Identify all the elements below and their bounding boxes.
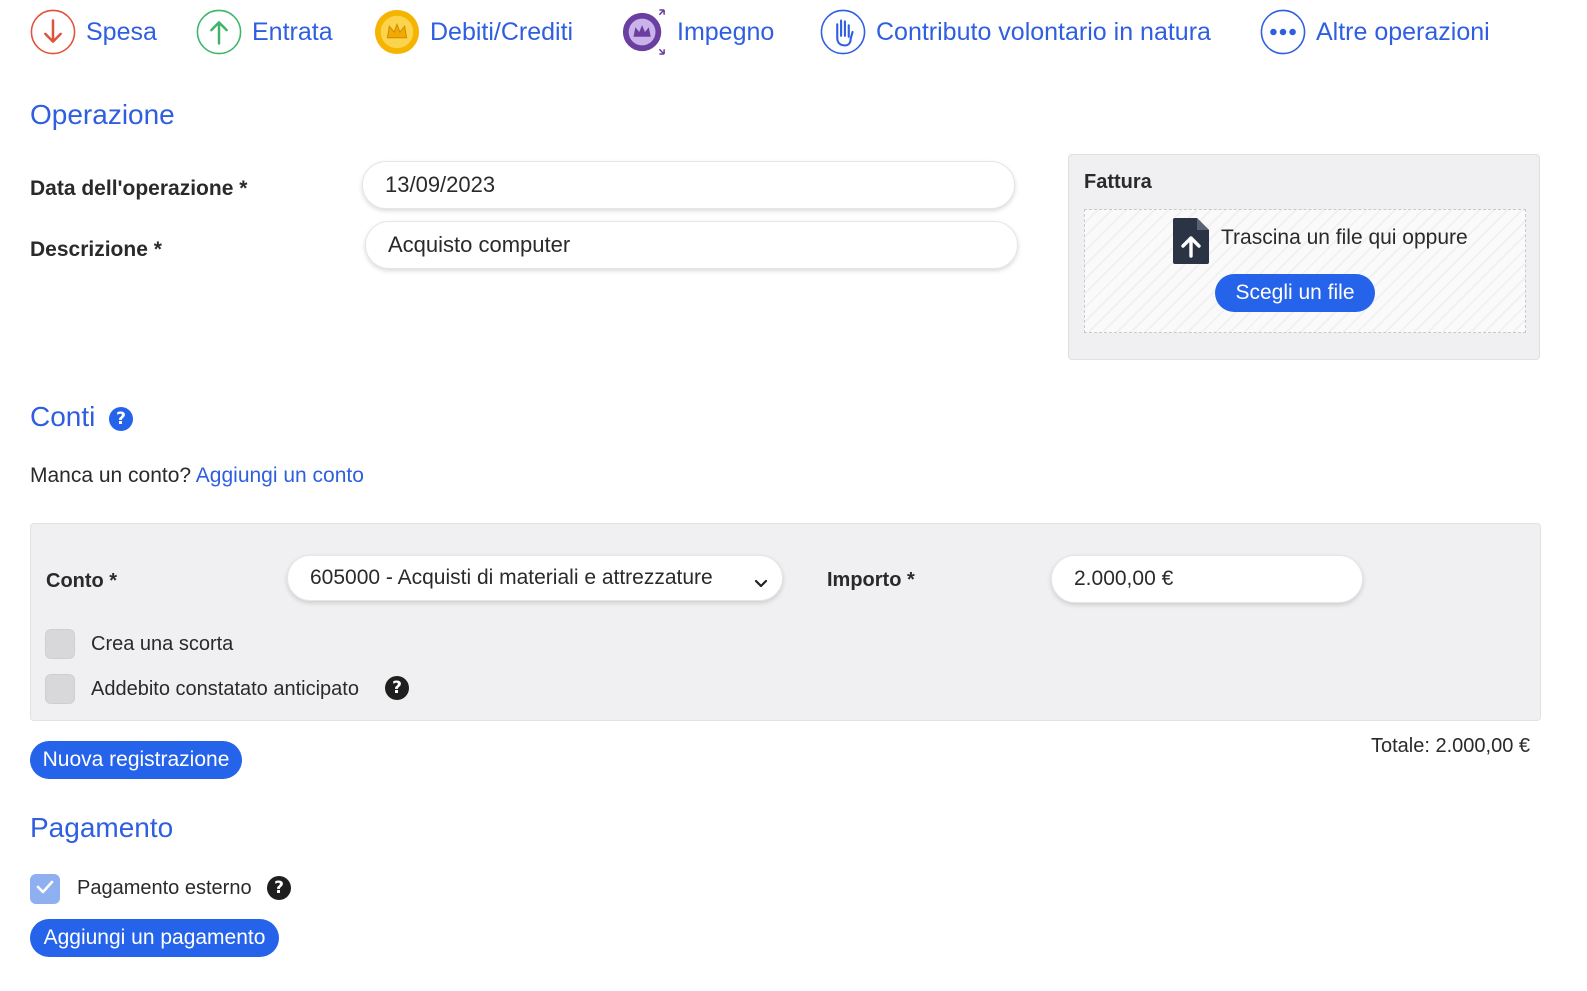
account-select[interactable]: 605000 - Acquisti di materiali e attrezz… (287, 555, 783, 601)
add-payment-button[interactable]: Aggiungi un pagamento (30, 919, 279, 957)
external-payment-checkbox[interactable] (30, 874, 60, 904)
drop-zone-text: Trascina un file qui oppure (1221, 226, 1468, 249)
advance-charge-help-icon[interactable]: ? (385, 676, 409, 700)
amount-input[interactable]: 2.000,00 € (1051, 555, 1363, 603)
choose-file-button[interactable]: Scegli un file (1215, 274, 1375, 312)
date-label: Data dell'operazione * (30, 177, 248, 200)
op-altre-operazioni-label: Altre operazioni (1316, 17, 1490, 46)
description-label: Descrizione * (30, 238, 162, 261)
crown-coin-icon (374, 9, 420, 55)
amount-label: Importo * (827, 569, 915, 591)
accounts-help-icon[interactable]: ? (109, 407, 133, 431)
op-spesa-button[interactable]: Spesa (30, 6, 157, 58)
account-label: Conto * (46, 570, 118, 592)
invoice-title: Fattura (1084, 171, 1152, 193)
op-entrata-button[interactable]: Entrata (196, 6, 333, 58)
arrow-up-icon (196, 9, 242, 55)
op-contributo-natura-button[interactable]: Contributo volontario in natura (820, 6, 1211, 58)
create-stock-label: Crea una scorta (91, 633, 234, 655)
create-stock-checkbox[interactable] (45, 629, 75, 659)
total-text: Totale: 2.000,00 € (1371, 735, 1531, 757)
advance-charge-label: Addebito constatato anticipato (91, 678, 359, 700)
account-entry-panel: Conto * 605000 - Acquisti di materiali e… (30, 523, 1541, 721)
date-input[interactable]: 13/09/2023 (362, 161, 1015, 209)
op-impegno-button[interactable]: Impegno (621, 6, 774, 58)
advance-charge-checkbox[interactable] (45, 674, 75, 704)
crown-badge-icon (621, 9, 667, 55)
file-drop-zone[interactable]: Trascina un file qui oppure Scegli un fi… (1084, 209, 1526, 333)
external-payment-label: Pagamento esterno (77, 877, 252, 899)
op-debiti-crediti-button[interactable]: Debiti/Crediti (374, 6, 573, 58)
accounts-section-title: Conti (30, 401, 96, 432)
operation-section-title: Operazione (30, 99, 175, 130)
op-debiti-crediti-label: Debiti/Crediti (430, 17, 574, 46)
op-altre-operazioni-button[interactable]: Altre operazioni (1260, 6, 1490, 58)
op-spesa-label: Spesa (86, 17, 157, 46)
account-select-value: 605000 - Acquisti di materiali e attrezz… (310, 566, 713, 589)
external-payment-help-icon[interactable]: ? (267, 876, 291, 900)
new-entry-button[interactable]: Nuova registrazione (30, 741, 242, 779)
op-contributo-natura-label: Contributo volontario in natura (876, 17, 1211, 46)
op-impegno-label: Impegno (677, 17, 775, 46)
arrow-down-icon (30, 9, 76, 55)
missing-account-text: Manca un conto? Aggiungi un conto (30, 464, 364, 488)
checkmark-icon (36, 880, 54, 899)
file-upload-icon (1171, 216, 1211, 271)
invoice-upload-panel: Fattura Trascina un file qui oppure Sceg… (1068, 154, 1540, 360)
more-dots-icon (1260, 9, 1306, 55)
missing-account-label: Manca un conto? (30, 464, 192, 487)
operation-type-bar: Spesa Entrata Debiti/Crediti Impegno Con… (30, 6, 1557, 62)
add-account-link[interactable]: Aggiungi un conto (196, 464, 364, 487)
chevron-down-icon (754, 572, 768, 596)
payment-section-title: Pagamento (30, 812, 174, 843)
hand-icon (820, 9, 866, 55)
op-entrata-label: Entrata (252, 17, 333, 46)
description-input[interactable]: Acquisto computer (365, 221, 1018, 269)
